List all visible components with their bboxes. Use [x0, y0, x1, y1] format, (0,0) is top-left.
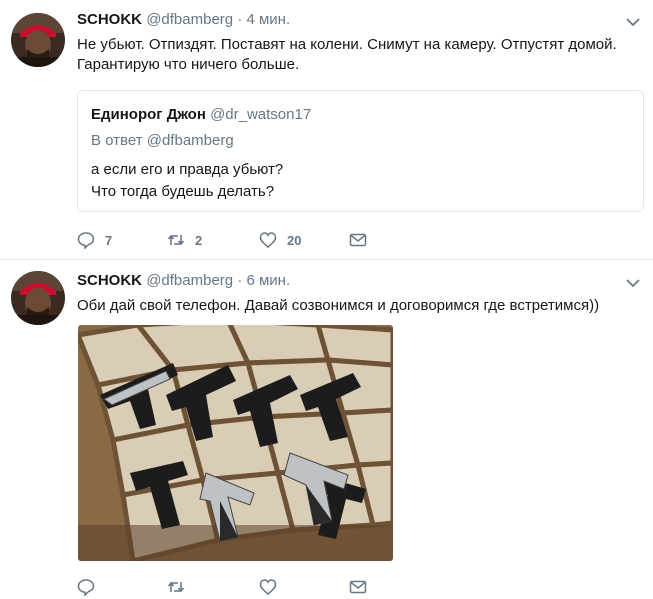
tweet-header: SCHOKK @dfbamberg · 6 мин. — [77, 271, 290, 291]
reply-count: 7 — [105, 232, 113, 248]
tweet-text: Оби дай свой телефон. Давай созвонимся и… — [77, 297, 600, 314]
tweet[interactable]: SCHOKK @dfbamberg · 4 мин. Не убьют. Отп… — [0, 0, 653, 260]
heart-icon — [259, 232, 277, 248]
reply-button[interactable]: 7 — [77, 230, 112, 250]
like-button[interactable] — [259, 577, 287, 597]
reply-icon — [77, 579, 95, 596]
author-name[interactable]: SCHOKK — [77, 11, 142, 28]
chevron-down-icon[interactable] — [625, 275, 641, 291]
direct-message-button[interactable] — [349, 230, 367, 250]
author-handle[interactable]: @dfbamberg — [146, 272, 233, 289]
reply-context: В ответ @dfbamberg — [91, 132, 234, 149]
retweet-button[interactable] — [167, 577, 195, 597]
reply-icon — [77, 232, 95, 249]
quoted-author-name: Единорог Джон — [91, 106, 206, 123]
quoted-author-handle: @dr_watson17 — [210, 106, 312, 123]
tweet-text: Не убьют. Отпиздят. Поставят на колени. … — [77, 36, 617, 73]
like-count: 20 — [287, 232, 302, 248]
author-handle[interactable]: @dfbamberg — [146, 11, 233, 28]
quoted-text-line: а если его и правда убьют? — [91, 161, 284, 178]
tweet-header: SCHOKK @dfbamberg · 4 мин. — [77, 10, 290, 30]
chevron-down-icon[interactable] — [625, 14, 641, 30]
tweet-divider — [0, 259, 653, 260]
tweet-photo[interactable] — [78, 325, 393, 561]
avatar-image — [11, 13, 65, 67]
avatar[interactable] — [11, 13, 65, 67]
photo-image — [78, 325, 393, 561]
retweet-icon — [167, 234, 185, 246]
retweet-icon — [167, 581, 185, 593]
like-button[interactable]: 20 — [259, 230, 301, 250]
retweet-button[interactable]: 2 — [167, 230, 202, 250]
envelope-icon — [349, 580, 367, 594]
heart-icon — [259, 579, 277, 595]
reply-button[interactable] — [77, 577, 105, 597]
tweet-timestamp[interactable]: · 4 мин. — [237, 11, 290, 28]
avatar[interactable] — [11, 271, 65, 325]
quoted-tweet-text: а если его и правда убьют? Что тогда буд… — [91, 159, 283, 203]
direct-message-button[interactable] — [349, 577, 367, 597]
tweet[interactable]: SCHOKK @dfbamberg · 6 мин. Оби дай свой … — [0, 261, 653, 599]
retweet-count: 2 — [195, 232, 203, 248]
quoted-tweet[interactable]: Единорог Джон @dr_watson17 В ответ @dfba… — [77, 90, 644, 212]
envelope-icon — [349, 233, 367, 247]
author-name[interactable]: SCHOKK — [77, 272, 142, 289]
avatar-image — [11, 271, 65, 325]
quoted-text-line: Что тогда будешь делать? — [91, 183, 275, 200]
tweet-timestamp[interactable]: · 6 мин. — [237, 272, 290, 289]
